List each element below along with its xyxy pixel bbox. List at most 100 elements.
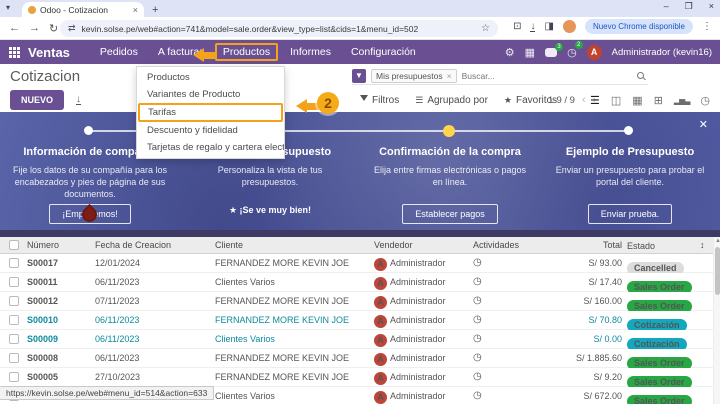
activity-view-icon[interactable]: ◷ <box>700 94 710 107</box>
search-icon[interactable] <box>637 72 644 79</box>
nav-menu-item[interactable]: Pedidos <box>92 43 146 61</box>
search-box[interactable]: ▼ Mis presupuestos × <box>352 67 648 85</box>
window-maximize-icon[interactable]: ❐ <box>685 1 693 12</box>
gear-icon[interactable]: ⚙ <box>505 46 515 59</box>
col-seller[interactable]: Vendedor <box>374 240 413 250</box>
step-action-button[interactable]: ¡Se ve muy bien! <box>229 205 311 216</box>
search-input[interactable] <box>462 71 632 81</box>
new-button[interactable]: NUEVO <box>10 90 64 110</box>
col-number[interactable]: Número <box>27 240 59 250</box>
export-icon[interactable]: ↓ <box>76 95 81 105</box>
activity-clock-icon[interactable]: ◷ <box>473 295 482 306</box>
browser-menu-icon[interactable]: ⋮ <box>702 21 712 32</box>
back-icon[interactable]: ← <box>9 22 20 34</box>
col-client[interactable]: Cliente <box>215 240 243 250</box>
list-view-icon[interactable]: ☰ <box>590 94 600 107</box>
row-number[interactable]: S00012 <box>27 296 58 306</box>
chrome-update-pill[interactable]: Nuevo Chrome disponible <box>585 19 693 34</box>
table-row[interactable]: S00017 12/01/2024 FERNANDEZ MORE KEVIN J… <box>0 254 720 273</box>
user-name[interactable]: Administrador (kevin16) <box>612 47 712 58</box>
column-settings-icon[interactable]: ↕ <box>700 240 705 250</box>
messages-icon[interactable]: 3 <box>545 48 557 57</box>
activity-clock-icon[interactable]: ◷ <box>473 371 482 382</box>
dropdown-menu-item[interactable]: Descuento y fidelidad <box>137 122 284 139</box>
user-avatar[interactable]: A <box>587 45 602 60</box>
select-all-checkbox[interactable] <box>9 240 19 250</box>
window-minimize-icon[interactable]: – <box>664 1 669 12</box>
calendar-view-icon[interactable]: ▦ <box>632 94 642 107</box>
filters-button[interactable]: Filtros <box>360 95 399 106</box>
step-action-button[interactable]: Establecer pagos <box>402 204 498 224</box>
banner-close-icon[interactable]: ✕ <box>699 118 708 131</box>
row-checkbox[interactable] <box>9 258 19 268</box>
url-text[interactable]: kevin.solse.pe/web#action=741&model=sale… <box>82 24 475 34</box>
calculator-icon[interactable]: ▦ <box>525 46 535 59</box>
scroll-up-icon[interactable]: ▲ <box>715 238 720 244</box>
table-row[interactable]: S00009 06/11/2023 Clientes Varios A Admi… <box>0 330 720 349</box>
window-close-icon[interactable]: × <box>709 1 714 12</box>
nav-menu-item[interactable]: Informes <box>282 43 339 61</box>
activity-clock-icon[interactable]: ◷ <box>473 333 482 344</box>
chrome-profile-avatar[interactable] <box>563 20 576 33</box>
col-date[interactable]: Fecha de Creacion <box>95 240 171 250</box>
col-total[interactable]: Total <box>603 240 622 250</box>
row-number[interactable]: S00008 <box>27 353 58 363</box>
dropdown-menu-item[interactable]: Tarjetas de regalo y cartera electrónica <box>137 139 284 156</box>
row-checkbox[interactable] <box>9 277 19 287</box>
apps-grid-icon[interactable] <box>9 47 20 58</box>
activity-clock-icon[interactable]: ◷ <box>473 276 482 287</box>
sidebar-icon[interactable]: ◨ <box>544 21 553 32</box>
row-number[interactable]: S00010 <box>27 315 58 325</box>
graph-view-icon[interactable]: ▂▅▃ <box>674 96 689 105</box>
col-activities[interactable]: Actividades <box>473 240 519 250</box>
forward-icon[interactable]: → <box>29 22 40 34</box>
scrollbar[interactable]: ▲ <box>713 237 720 404</box>
new-tab-button[interactable]: + <box>152 4 158 16</box>
progress-dot-1 <box>84 126 93 135</box>
nav-menu-item[interactable]: Configuración <box>343 43 424 61</box>
activity-clock-icon[interactable]: ◷ <box>473 257 482 268</box>
browser-tab[interactable]: Odoo - Cotizacion × <box>22 2 144 17</box>
activity-clock-icon[interactable]: ◷ <box>473 352 482 363</box>
table-row[interactable]: S00012 07/11/2023 FERNANDEZ MORE KEVIN J… <box>0 292 720 311</box>
pager-prev-icon[interactable]: ‹ <box>582 94 586 106</box>
row-number[interactable]: S00017 <box>27 258 58 268</box>
activity-clock-icon[interactable]: ◷ <box>473 390 482 401</box>
reload-icon[interactable]: ↻ <box>49 22 58 35</box>
row-checkbox[interactable] <box>9 296 19 306</box>
kanban-view-icon[interactable]: ◫ <box>611 94 621 107</box>
row-seller: Administrador <box>390 296 446 306</box>
row-number[interactable]: S00005 <box>27 372 58 382</box>
row-number[interactable]: S00011 <box>27 277 58 287</box>
nav-menu-item[interactable]: Productos <box>215 43 278 61</box>
row-checkbox[interactable] <box>9 315 19 325</box>
tag-remove-icon[interactable]: × <box>447 71 452 81</box>
table-row[interactable]: S00008 06/11/2023 FERNANDEZ MORE KEVIN J… <box>0 349 720 368</box>
activities-clock-icon[interactable]: ◷2 <box>567 46 577 59</box>
table-row[interactable]: S00005 27/10/2023 FERNANDEZ MORE KEVIN J… <box>0 368 720 387</box>
col-status[interactable]: Estado <box>627 241 655 251</box>
activity-clock-icon[interactable]: ◷ <box>473 314 482 325</box>
scrollbar-thumb[interactable] <box>715 247 720 295</box>
table-row[interactable]: S00010 06/11/2023 FERNANDEZ MORE KEVIN J… <box>0 311 720 330</box>
bookmark-star-icon[interactable]: ☆ <box>481 23 490 34</box>
downloads-icon[interactable]: ↓ <box>530 22 535 32</box>
row-checkbox[interactable] <box>9 372 19 382</box>
groupby-button[interactable]: ☰Agrupado por <box>415 95 488 106</box>
tab-close-icon[interactable]: × <box>133 5 138 15</box>
app-name[interactable]: Ventas <box>28 45 70 60</box>
tab-search-chevron-icon[interactable]: ▾ <box>6 3 10 12</box>
row-checkbox[interactable] <box>9 334 19 344</box>
step-action-button[interactable]: Enviar prueba. <box>588 204 673 224</box>
site-settings-icon[interactable]: ⇄ <box>68 23 76 34</box>
dropdown-menu-item[interactable]: Productos <box>137 69 284 86</box>
dropdown-menu-item[interactable]: Variantes de Producto <box>137 86 284 103</box>
tab-groups-icon[interactable]: ⊡ <box>513 21 521 32</box>
dropdown-menu-item[interactable]: Tarifas <box>138 103 283 122</box>
table-row[interactable]: S00011 06/11/2023 Clientes Varios A Admi… <box>0 273 720 292</box>
row-checkbox[interactable] <box>9 353 19 363</box>
address-bar[interactable]: ⇄ kevin.solse.pe/web#action=741&model=sa… <box>60 20 498 37</box>
pivot-view-icon[interactable]: ⊞ <box>654 94 663 107</box>
search-filter-tag[interactable]: Mis presupuestos × <box>371 69 457 83</box>
row-number[interactable]: S00009 <box>27 334 58 344</box>
